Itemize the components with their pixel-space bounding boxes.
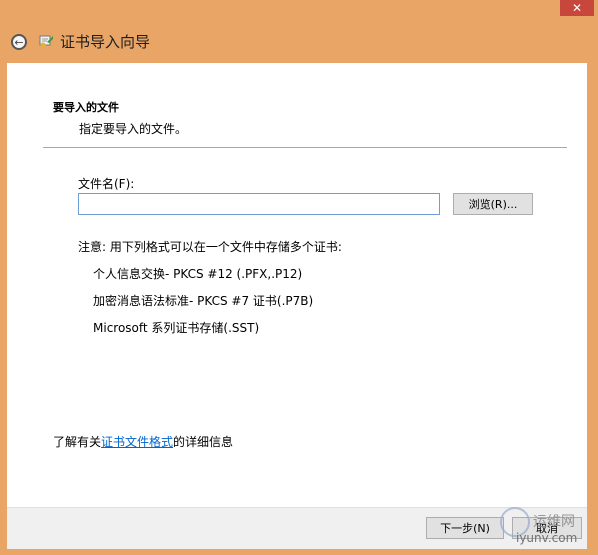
- learn-more-suffix: 的详细信息: [173, 435, 234, 449]
- window-frame: ✕ ← 证书导入向导 要导入的文件 指定要导入的文件。 文件名(F): 浏览(R…: [0, 0, 598, 555]
- section-title: 要导入的文件: [53, 101, 119, 114]
- cancel-button[interactable]: 取消: [512, 517, 582, 539]
- learn-more-prefix: 了解有关: [53, 435, 102, 449]
- back-button[interactable]: ←: [11, 34, 27, 50]
- next-button[interactable]: 下一步(N): [426, 517, 504, 539]
- browse-button[interactable]: 浏览(R)...: [453, 193, 533, 215]
- certificate-wizard-icon: [39, 35, 53, 48]
- format-item: 加密消息语法标准- PKCS #7 证书(.P7B): [93, 294, 314, 308]
- format-item: Microsoft 系列证书存储(.SST): [93, 321, 260, 335]
- file-name-label: 文件名(F):: [78, 177, 135, 191]
- wizard-title: 证书导入向导: [60, 33, 151, 51]
- file-name-input[interactable]: [78, 193, 440, 215]
- close-button[interactable]: ✕: [560, 0, 594, 16]
- format-item: 个人信息交换- PKCS #12 (.PFX,.P12): [93, 267, 303, 281]
- wizard-content: 要导入的文件 指定要导入的文件。 文件名(F): 浏览(R)... 注意: 用下…: [7, 63, 587, 549]
- cert-file-format-link[interactable]: 证书文件格式: [101, 435, 173, 449]
- wizard-footer: 下一步(N) 取消: [7, 507, 587, 549]
- section-subtitle: 指定要导入的文件。: [79, 122, 188, 136]
- learn-more-text: 了解有关证书文件格式的详细信息: [53, 433, 233, 450]
- back-arrow-icon: ←: [14, 35, 24, 49]
- note-text: 注意: 用下列格式可以在一个文件中存储多个证书:: [78, 240, 342, 254]
- separator: [43, 147, 567, 148]
- wizard-header: ← 证书导入向导: [0, 26, 598, 62]
